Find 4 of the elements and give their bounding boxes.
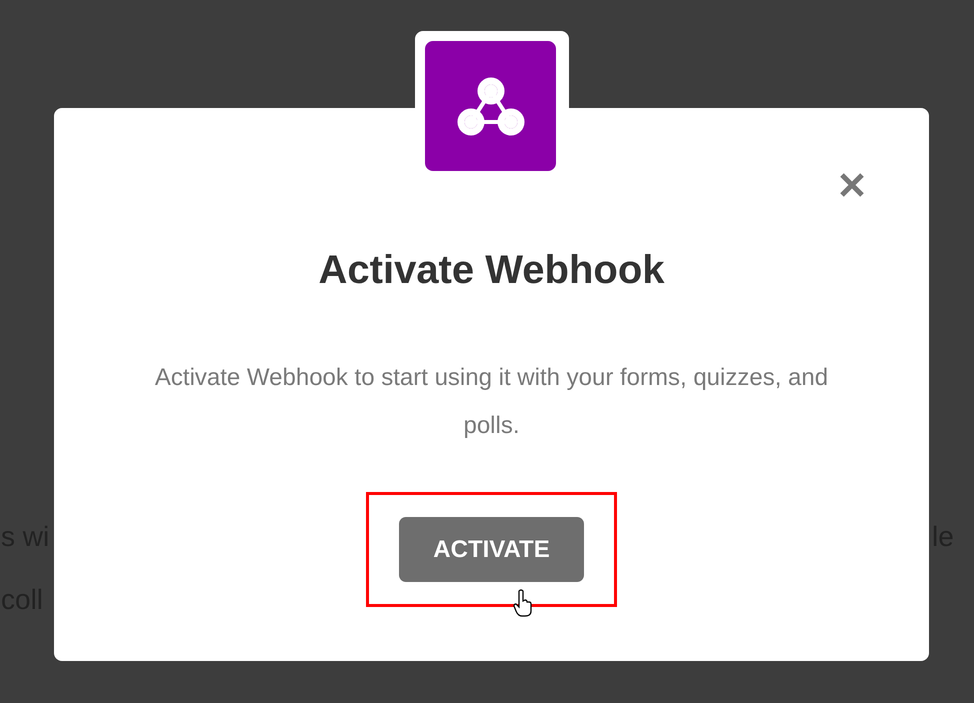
modal-message: Activate Webhook to start using it with your forms, quizzes, and polls. <box>154 363 830 441</box>
activate-button[interactable]: ACTIVATE <box>399 517 584 582</box>
close-icon[interactable] <box>839 172 865 198</box>
modal-title: Activate Webhook <box>318 247 664 294</box>
